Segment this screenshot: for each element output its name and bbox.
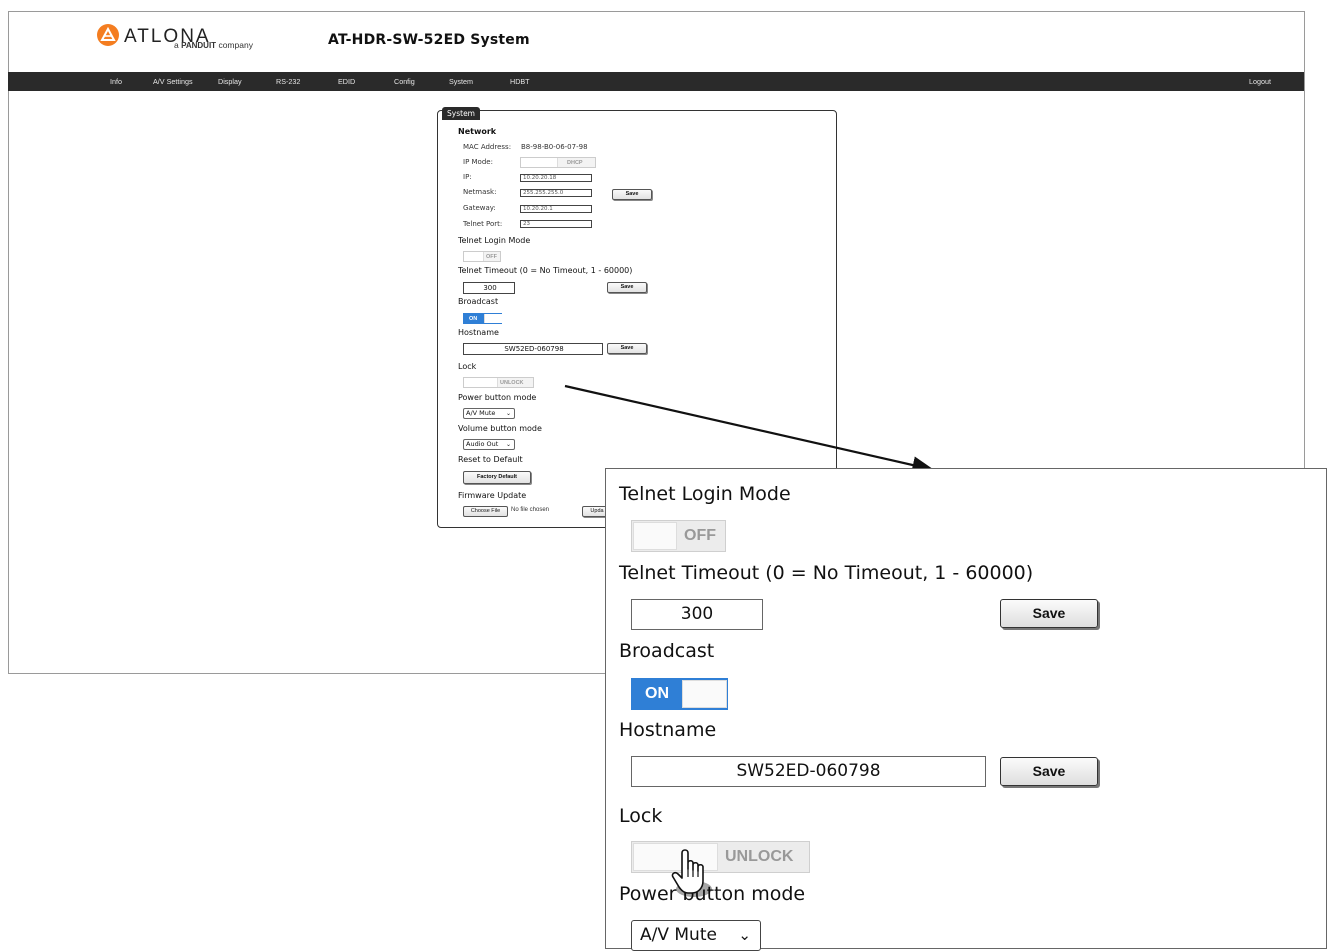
zoom-hostname-heading: Hostname bbox=[619, 719, 717, 741]
zoom-broadcast-state: ON bbox=[645, 685, 669, 702]
zoom-power-button-value: A/V Mute bbox=[640, 925, 717, 945]
zoom-telnet-timeout-input[interactable]: 300 bbox=[631, 599, 763, 630]
zoom-lock-heading: Lock bbox=[619, 805, 663, 827]
zoom-lock-toggle[interactable]: UNLOCK bbox=[631, 841, 810, 873]
zoomed-detail-inset: Telnet Login Mode OFF Telnet Timeout (0 … bbox=[605, 468, 1327, 951]
toggle-knob bbox=[682, 680, 727, 708]
zoom-hostname-save-button[interactable]: Save bbox=[1000, 757, 1098, 786]
zoom-lock-state: UNLOCK bbox=[725, 848, 794, 865]
zoom-power-button-select[interactable]: A/V Mute ⌄ bbox=[631, 920, 761, 951]
zoom-telnet-login-toggle[interactable]: OFF bbox=[631, 520, 726, 552]
chevron-down-icon: ⌄ bbox=[738, 926, 751, 944]
toggle-knob bbox=[633, 522, 677, 550]
zoom-broadcast-heading: Broadcast bbox=[619, 640, 715, 662]
zoom-telnet-login-state: OFF bbox=[684, 527, 716, 544]
zoom-broadcast-toggle[interactable]: ON bbox=[631, 678, 728, 710]
zoom-telnet-login-heading: Telnet Login Mode bbox=[619, 483, 791, 505]
zoom-telnet-timeout-save-button[interactable]: Save bbox=[1000, 599, 1098, 628]
zoom-hostname-input[interactable]: SW52ED-060798 bbox=[631, 756, 986, 787]
zoom-telnet-timeout-heading: Telnet Timeout (0 = No Timeout, 1 - 6000… bbox=[619, 562, 1034, 584]
hand-cursor-icon bbox=[671, 849, 712, 897]
